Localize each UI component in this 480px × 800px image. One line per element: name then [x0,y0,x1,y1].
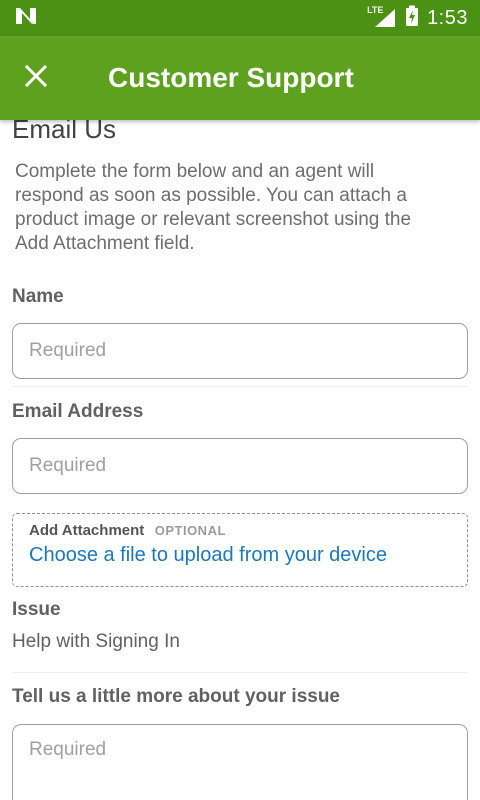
app-bar: Customer Support [0,36,480,120]
page-title: Customer Support [108,62,354,93]
divider [12,386,468,387]
email-label: Email Address [12,401,144,422]
n-logo-icon [14,6,38,31]
details-field-wrapper [12,724,468,800]
attachment-header: Add Attachment OPTIONAL [29,522,451,540]
form-content[interactable]: Email Us Complete the form below and an … [0,120,480,800]
close-icon [24,64,48,92]
email-field-wrapper [12,438,468,494]
choose-file-link[interactable]: Choose a file to upload from your device [29,544,451,567]
close-button[interactable] [0,36,72,120]
attachment-label: Add Attachment [29,522,145,539]
status-time: 1:53 [427,6,468,29]
section-heading: Email Us [12,120,117,144]
attachment-dropzone[interactable]: Add Attachment OPTIONAL Choose a file to… [12,513,468,587]
details-textarea[interactable] [29,739,451,799]
signal-icon: LTE [367,5,397,29]
name-label: Name [12,286,64,307]
divider [12,672,468,673]
optional-tag: OPTIONAL [154,523,226,538]
status-left [14,6,38,31]
issue-label: Issue [12,599,61,620]
status-bar: LTE 1:53 [0,0,480,36]
battery-charging-icon [405,5,419,32]
intro-text: Complete the form below and an agent wil… [15,161,412,254]
details-label: Tell us a little more about your issue [12,686,341,707]
email-field[interactable] [29,455,451,477]
network-type-label: LTE [367,5,384,15]
name-field[interactable] [29,340,451,362]
issue-value[interactable]: Help with Signing In [12,631,180,653]
status-right: LTE 1:53 [367,5,468,32]
name-field-wrapper [12,323,468,379]
